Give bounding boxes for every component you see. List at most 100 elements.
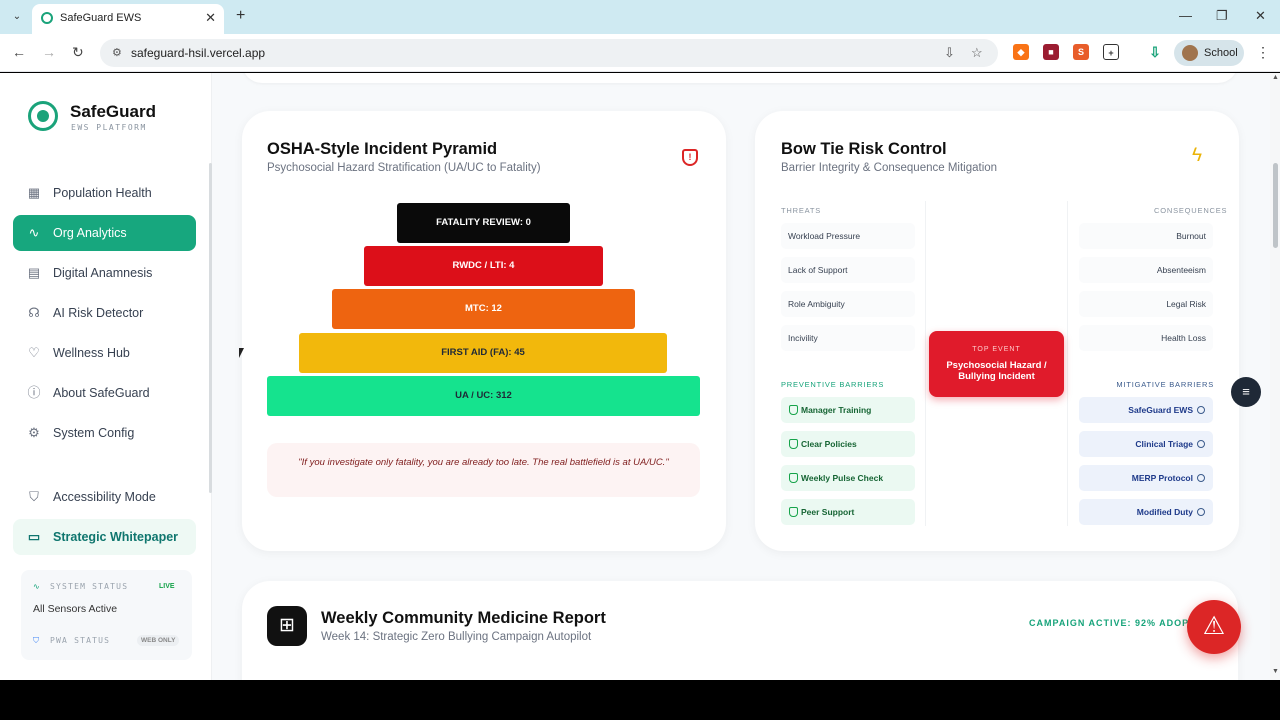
threat-item: Lack of Support xyxy=(781,257,915,283)
threat-item: Workload Pressure xyxy=(781,223,915,249)
sidebar-item-system-config[interactable]: ⚙ System Config xyxy=(13,415,196,451)
grid-icon: ⊞ xyxy=(267,606,307,646)
sidebar-item-ai-risk-detector[interactable]: ☊ AI Risk Detector xyxy=(13,295,196,331)
sidebar-item-whitepaper[interactable]: ▭ Strategic Whitepaper xyxy=(13,519,196,555)
bow-tie-card: Bow Tie Risk Control Barrier Integrity &… xyxy=(755,111,1239,551)
shield-alert-icon: ! xyxy=(682,149,698,166)
sidebar-item-label: Population Health xyxy=(53,186,152,200)
window-close-icon[interactable]: ✕ xyxy=(1255,8,1266,24)
activity-icon: ∿ xyxy=(28,225,40,240)
lightning-icon: ϟ xyxy=(1192,145,1203,166)
logo-icon xyxy=(28,101,58,131)
browser-tab[interactable]: SafeGuard EWS ✕ xyxy=(32,4,224,34)
tab-strip: ⌄ SafeGuard EWS ✕ + — ❐ ✕ xyxy=(0,0,1280,34)
pyramid-layer-ua-uc[interactable]: UA / UC: 312 xyxy=(267,376,700,416)
sidebar-item-population-health[interactable]: ▦ Population Health xyxy=(13,175,196,211)
document-icon: ▭ xyxy=(27,529,41,544)
threat-item: Incivility xyxy=(781,325,915,351)
card-title: OSHA-Style Incident Pyramid xyxy=(267,140,498,158)
sidebar: SafeGuard EWS PLATFORM ▦ Population Heal… xyxy=(0,73,212,680)
sidebar-scrollbar[interactable] xyxy=(209,163,212,493)
letterbox-bar xyxy=(0,680,1280,720)
sidebar-item-label: Org Analytics xyxy=(53,226,127,240)
sidebar-item-label: AI Risk Detector xyxy=(53,306,144,320)
browser-menu-icon[interactable]: ⋮ xyxy=(1256,44,1270,61)
site-info-icon[interactable]: ⚙ xyxy=(112,46,122,59)
tab-title: SafeGuard EWS xyxy=(60,12,142,24)
back-icon[interactable]: ← xyxy=(12,44,26,60)
shield-icon: ⛉ xyxy=(33,636,41,645)
preventive-barrier[interactable]: Manager Training xyxy=(781,397,915,423)
consequences-label: CONSEQUENCES xyxy=(1154,206,1228,215)
restore-icon[interactable]: ❐ xyxy=(1216,8,1228,24)
sidebar-item-accessibility[interactable]: ⛉ Accessibility Mode xyxy=(13,479,196,515)
top-event-value: Psychosocial Hazard / Bullying Incident xyxy=(946,360,1047,382)
scroll-down-icon[interactable]: ▼ xyxy=(1272,668,1279,675)
mitigative-barriers-label: MITIGATIVE BARRIERS xyxy=(1116,380,1214,389)
sidebar-item-digital-anamnesis[interactable]: ▤ Digital Anamnesis xyxy=(13,255,196,291)
pyramid-layer-fatality[interactable]: FATALITY REVIEW: 0 xyxy=(397,203,570,243)
pyramid-layer-mtc[interactable]: MTC: 12 xyxy=(332,289,635,329)
incident-pyramid-card: OSHA-Style Incident Pyramid Psychosocial… xyxy=(242,111,726,551)
card-subtitle: Barrier Integrity & Consequence Mitigati… xyxy=(781,162,998,174)
mitigative-barrier[interactable]: Modified Duty xyxy=(1079,499,1213,525)
favicon-icon xyxy=(41,12,53,24)
system-status-value: All Sensors Active xyxy=(33,603,118,615)
extensions-puzzle-icon[interactable]: + xyxy=(1103,44,1119,60)
tab-search-icon[interactable]: ⌄ xyxy=(8,8,26,26)
sidebar-item-wellness-hub[interactable]: ♡ Wellness Hub xyxy=(13,335,196,371)
divider xyxy=(925,201,926,526)
card-subtitle: Week 14: Strategic Zero Bullying Campaig… xyxy=(321,631,592,643)
card-title: Bow Tie Risk Control xyxy=(781,140,947,158)
preventive-barrier[interactable]: Weekly Pulse Check xyxy=(781,465,915,491)
pwa-status-label: PWA STATUS xyxy=(50,636,111,645)
profile-button[interactable]: School xyxy=(1174,40,1244,66)
extension-icon[interactable]: ■ xyxy=(1043,44,1059,60)
sidebar-item-org-analytics[interactable]: ∿ Org Analytics xyxy=(13,215,196,251)
metamask-extension-icon[interactable]: ◆ xyxy=(1013,44,1029,60)
reload-icon[interactable]: ↻ xyxy=(72,44,84,61)
mitigative-barrier[interactable]: MERP Protocol xyxy=(1079,465,1213,491)
preventive-barrier[interactable]: Clear Policies xyxy=(781,431,915,457)
scroll-up-icon[interactable]: ▲ xyxy=(1272,74,1279,81)
pyramid-layer-first-aid[interactable]: FIRST AID (FA): 45 xyxy=(299,333,667,373)
profile-name: School xyxy=(1204,47,1238,59)
gear-icon: ⚙ xyxy=(28,425,40,440)
install-app-icon[interactable]: ⇩ xyxy=(944,45,955,61)
new-tab-icon[interactable]: + xyxy=(236,7,245,25)
previous-card-edge xyxy=(242,73,1238,83)
heart-icon: ♡ xyxy=(28,345,40,360)
minimize-icon[interactable]: — xyxy=(1179,8,1192,23)
threats-label: THREATS xyxy=(781,206,822,215)
sidebar-item-label: Accessibility Mode xyxy=(53,490,156,504)
forward-icon[interactable]: → xyxy=(42,44,56,60)
mitigative-barrier[interactable]: SafeGuard EWS xyxy=(1079,397,1213,423)
pyramid-layer-rwdc-lti[interactable]: RWDC / LTI: 4 xyxy=(364,246,603,286)
sidebar-item-about[interactable]: ⓘ About SafeGuard xyxy=(13,375,196,411)
bookmark-star-icon[interactable]: ☆ xyxy=(971,45,983,61)
page-scrollbar[interactable]: ▲ ▼ xyxy=(1270,73,1280,680)
filter-menu-icon[interactable]: ≡ xyxy=(1231,377,1261,407)
brand-subtitle: EWS PLATFORM xyxy=(71,123,147,132)
extension-icon[interactable]: S xyxy=(1073,44,1089,60)
preventive-barriers-label: PREVENTIVE BARRIERS xyxy=(781,380,885,389)
consequence-item: Absenteeism xyxy=(1079,257,1213,283)
mitigative-barrier[interactable]: Clinical Triage xyxy=(1079,431,1213,457)
address-bar[interactable]: ⚙ safeguard-hsil.vercel.app ⇩ ☆ xyxy=(100,39,998,67)
info-icon: ⓘ xyxy=(27,385,41,400)
pulse-icon: ∿ xyxy=(33,582,41,591)
system-status-label: SYSTEM STATUS xyxy=(50,582,129,591)
avatar xyxy=(1182,45,1198,61)
download-icon[interactable]: ⇩ xyxy=(1147,44,1163,60)
close-tab-icon[interactable]: ✕ xyxy=(205,10,216,26)
clipboard-icon: ▤ xyxy=(27,265,41,280)
scroll-thumb[interactable] xyxy=(1273,163,1278,248)
browser-toolbar: ← → ↻ ⚙ safeguard-hsil.vercel.app ⇩ ☆ ◆ … xyxy=(0,34,1280,72)
campaign-status-badge: CAMPAIGN ACTIVE: 92% ADOPTI xyxy=(1029,618,1200,628)
card-title: Weekly Community Medicine Report xyxy=(321,609,606,627)
preventive-barrier[interactable]: Peer Support xyxy=(781,499,915,525)
emergency-alert-button[interactable]: ⚠ xyxy=(1187,600,1241,654)
pwa-status-badge: WEB ONLY xyxy=(137,635,180,646)
top-event-box[interactable]: TOP EVENT Psychosocial Hazard / Bullying… xyxy=(929,331,1064,397)
divider xyxy=(1067,201,1068,526)
